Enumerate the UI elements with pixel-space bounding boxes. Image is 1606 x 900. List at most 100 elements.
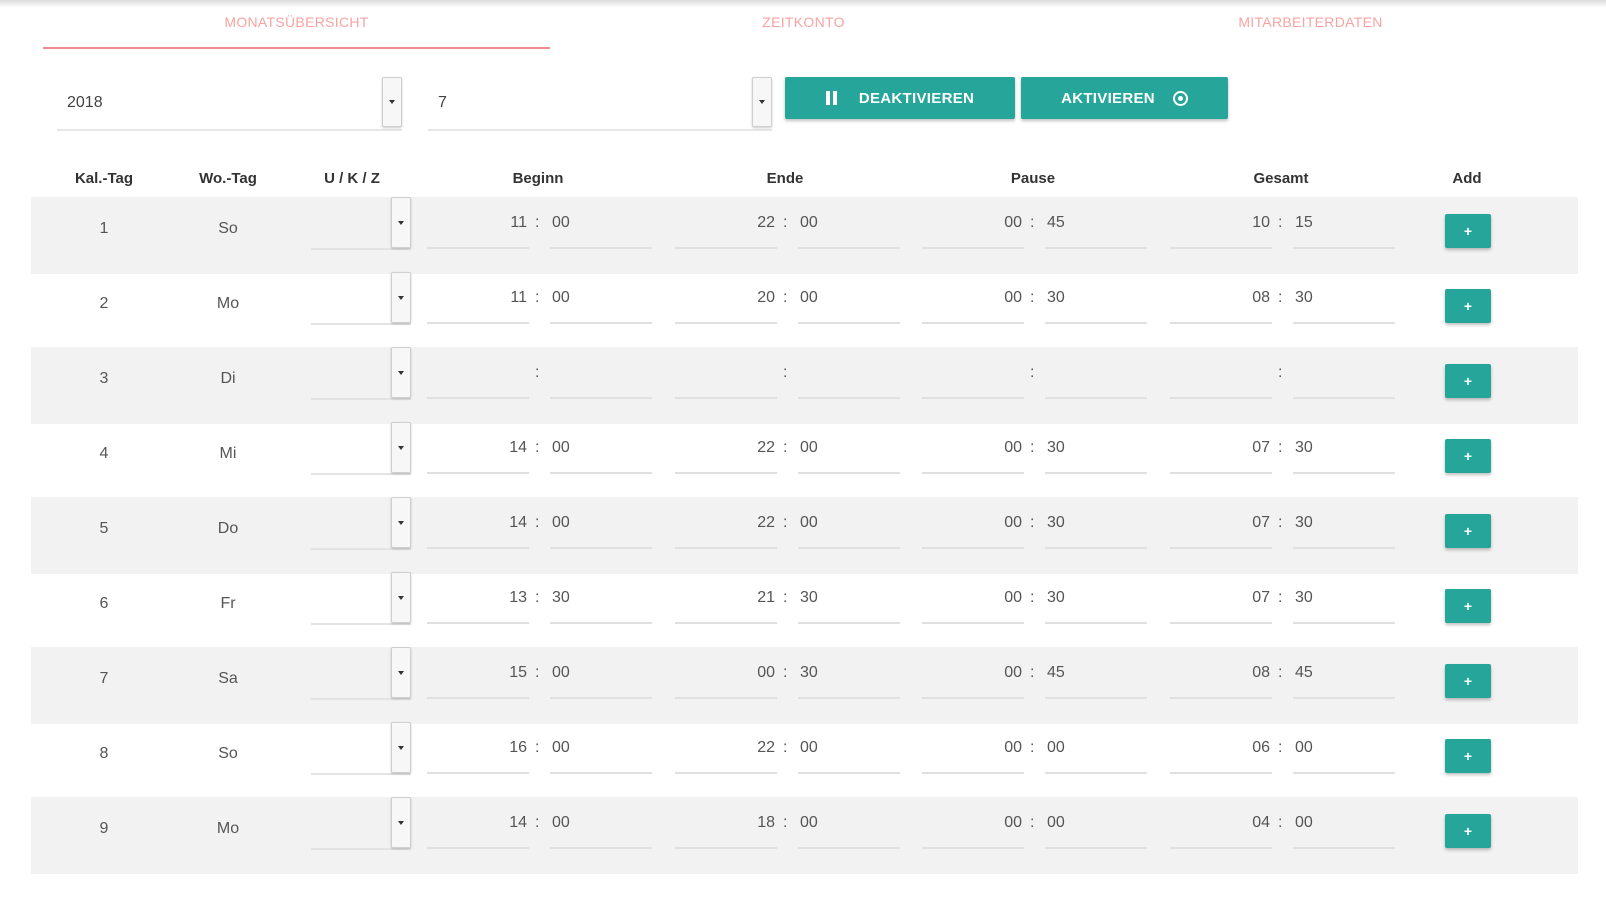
- end-minutes-input[interactable]: 00: [798, 272, 900, 324]
- pause-hours-input[interactable]: 00: [922, 197, 1024, 249]
- total-hours-input[interactable]: 07: [1170, 422, 1272, 474]
- end-minutes-input[interactable]: 00: [798, 422, 900, 474]
- total-hours-input[interactable]: 08: [1170, 647, 1272, 699]
- end-hours-input[interactable]: 00: [675, 647, 777, 699]
- add-button[interactable]: +: [1445, 214, 1491, 248]
- pause-minutes-input[interactable]: 45: [1045, 647, 1147, 699]
- add-button[interactable]: +: [1445, 514, 1491, 548]
- ukz-select[interactable]: [311, 422, 411, 475]
- pause-hours-input[interactable]: 00: [922, 572, 1024, 624]
- end-minutes-input[interactable]: 00: [798, 497, 900, 549]
- end-hours-input[interactable]: 22: [675, 722, 777, 774]
- total-hours-input[interactable]: 07: [1170, 497, 1272, 549]
- add-button[interactable]: +: [1445, 289, 1491, 323]
- total-minutes-input[interactable]: 30: [1293, 572, 1395, 624]
- total-hours-input[interactable]: 10: [1170, 197, 1272, 249]
- begin-minutes-input[interactable]: 00: [550, 722, 652, 774]
- pause-minutes-input[interactable]: [1045, 347, 1147, 399]
- total-hours-input[interactable]: 07: [1170, 572, 1272, 624]
- pause-minutes-input[interactable]: 30: [1045, 497, 1147, 549]
- ukz-select-toggle[interactable]: [391, 197, 411, 248]
- add-button[interactable]: +: [1445, 589, 1491, 623]
- year-select-toggle[interactable]: [382, 77, 402, 127]
- begin-hours-input[interactable]: [427, 347, 529, 399]
- ukz-select-toggle[interactable]: [391, 797, 411, 848]
- pause-hours-input[interactable]: 00: [922, 797, 1024, 849]
- pause-minutes-input[interactable]: 45: [1045, 197, 1147, 249]
- ukz-select[interactable]: [311, 497, 411, 550]
- total-hours-input[interactable]: [1170, 347, 1272, 399]
- pause-minutes-input[interactable]: 00: [1045, 797, 1147, 849]
- begin-hours-input[interactable]: 15: [427, 647, 529, 699]
- total-minutes-input[interactable]: 30: [1293, 272, 1395, 324]
- begin-hours-input[interactable]: 11: [427, 197, 529, 249]
- pause-hours-input[interactable]: 00: [922, 497, 1024, 549]
- ukz-select-toggle[interactable]: [391, 347, 411, 398]
- end-minutes-input[interactable]: 30: [798, 647, 900, 699]
- pause-hours-input[interactable]: [922, 347, 1024, 399]
- end-minutes-input[interactable]: 00: [798, 722, 900, 774]
- end-hours-input[interactable]: 22: [675, 422, 777, 474]
- ukz-select[interactable]: [311, 197, 411, 250]
- tab-monatsuebersicht[interactable]: MONATSÜBERSICHT: [43, 14, 550, 30]
- ukz-select[interactable]: [311, 347, 411, 400]
- pause-minutes-input[interactable]: 30: [1045, 572, 1147, 624]
- end-hours-input[interactable]: 20: [675, 272, 777, 324]
- end-minutes-input[interactable]: 30: [798, 572, 900, 624]
- ukz-select-toggle[interactable]: [391, 722, 411, 773]
- begin-minutes-input[interactable]: [550, 347, 652, 399]
- tab-zeitkonto[interactable]: ZEITKONTO: [550, 14, 1057, 30]
- begin-minutes-input[interactable]: 00: [550, 197, 652, 249]
- total-hours-input[interactable]: 06: [1170, 722, 1272, 774]
- month-select-toggle[interactable]: [752, 77, 772, 127]
- add-button[interactable]: +: [1445, 739, 1491, 773]
- total-minutes-input[interactable]: 00: [1293, 722, 1395, 774]
- end-hours-input[interactable]: 21: [675, 572, 777, 624]
- ukz-select-toggle[interactable]: [391, 422, 411, 473]
- pause-hours-input[interactable]: 00: [922, 272, 1024, 324]
- begin-minutes-input[interactable]: 00: [550, 422, 652, 474]
- end-minutes-input[interactable]: [798, 347, 900, 399]
- total-minutes-input[interactable]: 30: [1293, 497, 1395, 549]
- end-hours-input[interactable]: [675, 347, 777, 399]
- ukz-select-toggle[interactable]: [391, 497, 411, 548]
- ukz-select-toggle[interactable]: [391, 572, 411, 623]
- total-minutes-input[interactable]: [1293, 347, 1395, 399]
- add-button[interactable]: +: [1445, 664, 1491, 698]
- pause-hours-input[interactable]: 00: [922, 722, 1024, 774]
- end-hours-input[interactable]: 22: [675, 497, 777, 549]
- begin-hours-input[interactable]: 13: [427, 572, 529, 624]
- pause-minutes-input[interactable]: 30: [1045, 272, 1147, 324]
- ukz-select[interactable]: [311, 722, 411, 775]
- total-hours-input[interactable]: 04: [1170, 797, 1272, 849]
- begin-minutes-input[interactable]: 00: [550, 272, 652, 324]
- pause-hours-input[interactable]: 00: [922, 647, 1024, 699]
- add-button[interactable]: +: [1445, 814, 1491, 848]
- end-hours-input[interactable]: 22: [675, 197, 777, 249]
- tab-mitarbeiterdaten[interactable]: MITARBEITERDATEN: [1057, 14, 1564, 30]
- end-minutes-input[interactable]: 00: [798, 197, 900, 249]
- end-hours-input[interactable]: 18: [675, 797, 777, 849]
- add-button[interactable]: +: [1445, 364, 1491, 398]
- total-minutes-input[interactable]: 00: [1293, 797, 1395, 849]
- begin-minutes-input[interactable]: 00: [550, 497, 652, 549]
- month-select[interactable]: 7: [428, 77, 772, 131]
- total-hours-input[interactable]: 08: [1170, 272, 1272, 324]
- begin-hours-input[interactable]: 14: [427, 497, 529, 549]
- pause-minutes-input[interactable]: 00: [1045, 722, 1147, 774]
- year-select[interactable]: 2018: [57, 77, 402, 131]
- pause-minutes-input[interactable]: 30: [1045, 422, 1147, 474]
- ukz-select[interactable]: [311, 272, 411, 325]
- activate-button[interactable]: AKTIVIEREN: [1021, 77, 1228, 119]
- ukz-select[interactable]: [311, 572, 411, 625]
- total-minutes-input[interactable]: 45: [1293, 647, 1395, 699]
- deactivate-button[interactable]: DEAKTIVIEREN: [785, 77, 1015, 119]
- ukz-select[interactable]: [311, 797, 411, 850]
- begin-minutes-input[interactable]: 00: [550, 647, 652, 699]
- total-minutes-input[interactable]: 30: [1293, 422, 1395, 474]
- add-button[interactable]: +: [1445, 439, 1491, 473]
- ukz-select-toggle[interactable]: [391, 272, 411, 323]
- begin-hours-input[interactable]: 16: [427, 722, 529, 774]
- begin-minutes-input[interactable]: 30: [550, 572, 652, 624]
- total-minutes-input[interactable]: 15: [1293, 197, 1395, 249]
